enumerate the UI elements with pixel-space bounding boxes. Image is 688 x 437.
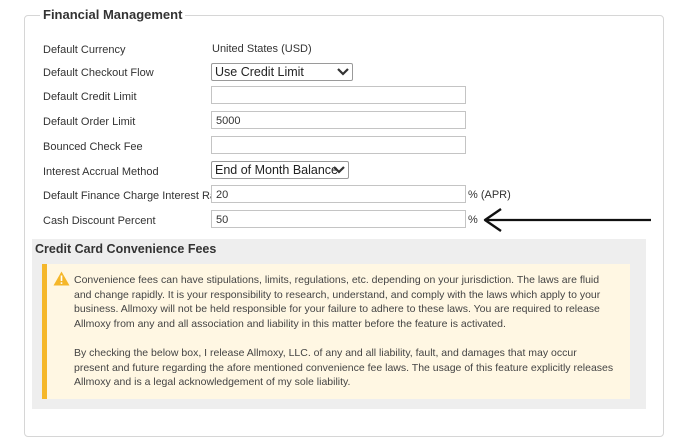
default-credit-limit-label: Default Credit Limit bbox=[43, 91, 137, 103]
finance-charge-rate-input[interactable]: 20 bbox=[211, 185, 466, 203]
warning-triangle-icon bbox=[53, 271, 70, 286]
cash-discount-percent-input[interactable]: 50 bbox=[211, 210, 466, 228]
interest-accrual-method-select[interactable]: End of Month Balance bbox=[211, 161, 349, 179]
apr-suffix: % (APR) bbox=[468, 189, 511, 201]
interest-accrual-method-label: Interest Accrual Method bbox=[43, 166, 159, 178]
convenience-fees-section: Credit Card Convenience Fees Convenience… bbox=[32, 239, 646, 409]
finance-charge-rate-label: Default Finance Charge Interest Rate bbox=[43, 190, 226, 202]
default-checkout-flow-select[interactable]: Use Credit Limit bbox=[211, 63, 353, 81]
default-order-limit-label: Default Order Limit bbox=[43, 116, 136, 128]
default-currency-label: Default Currency bbox=[43, 44, 126, 56]
default-currency-value: United States (USD) bbox=[212, 43, 312, 55]
default-order-limit-input[interactable]: 5000 bbox=[211, 111, 466, 129]
bounced-check-fee-input[interactable] bbox=[211, 136, 466, 154]
convenience-fees-title: Credit Card Convenience Fees bbox=[35, 242, 217, 256]
section-title: Financial Management bbox=[40, 7, 186, 23]
default-checkout-flow-label: Default Checkout Flow bbox=[43, 67, 154, 79]
bounced-check-fee-label: Bounced Check Fee bbox=[43, 141, 143, 153]
convenience-fees-warning: Convenience fees can have stipulations, … bbox=[42, 264, 630, 399]
chevron-down-icon bbox=[337, 68, 349, 76]
default-credit-limit-input[interactable] bbox=[211, 86, 466, 104]
warning-paragraph-2: By checking the below box, I release All… bbox=[74, 347, 614, 388]
default-checkout-flow-selected: Use Credit Limit bbox=[215, 65, 304, 79]
chevron-down-icon bbox=[333, 166, 345, 174]
cash-discount-percent-label: Cash Discount Percent bbox=[43, 215, 156, 227]
percent-suffix: % bbox=[468, 214, 478, 226]
arrow-left-icon bbox=[483, 208, 651, 232]
interest-accrual-method-selected: End of Month Balance bbox=[215, 163, 338, 177]
warning-paragraph-1: Convenience fees can have stipulations, … bbox=[74, 274, 601, 330]
